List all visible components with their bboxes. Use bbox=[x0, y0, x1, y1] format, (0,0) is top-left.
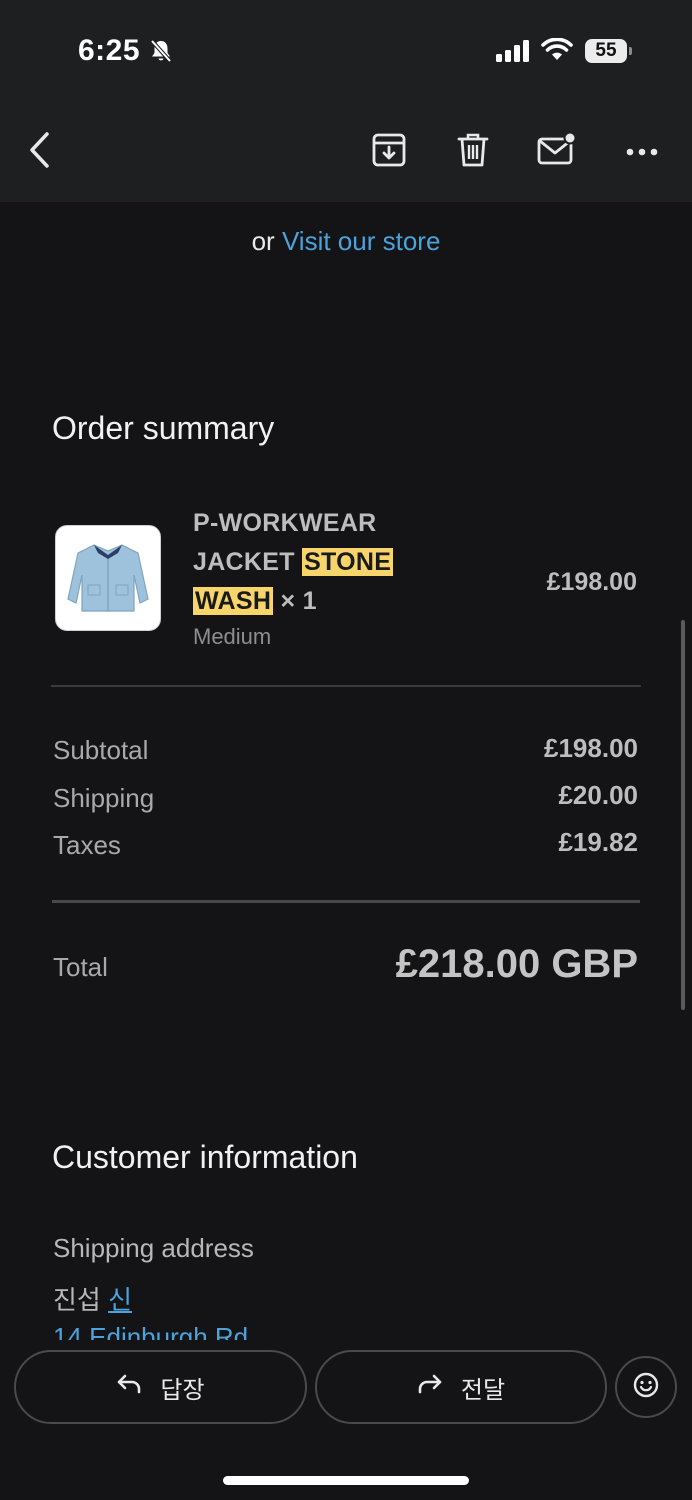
visit-prefix: or bbox=[251, 226, 275, 256]
reply-icon bbox=[116, 1373, 142, 1402]
product-quantity: × 1 bbox=[280, 587, 317, 615]
mail-unread-icon bbox=[537, 131, 577, 172]
shipping-label: Shipping bbox=[53, 783, 155, 813]
product-thumbnail bbox=[55, 525, 161, 631]
address-line-link[interactable]: 14 Edinburgh Rd bbox=[53, 1322, 248, 1340]
customer-info-heading: Customer information bbox=[52, 1139, 358, 1175]
cellular-signal-icon bbox=[496, 40, 532, 67]
home-indicator[interactable] bbox=[223, 1476, 469, 1485]
jacket-image bbox=[67, 544, 149, 612]
divider bbox=[51, 685, 641, 687]
status-bar: 6:25 55 bbox=[0, 0, 692, 100]
visit-store-link[interactable]: Visit our store bbox=[282, 226, 440, 256]
mark-unread-button[interactable] bbox=[535, 130, 579, 174]
back-button[interactable] bbox=[18, 130, 62, 174]
emoji-reaction-button[interactable] bbox=[615, 1356, 677, 1418]
bottom-action-bar: 답장 전달 bbox=[0, 1340, 692, 1500]
status-time: 6:25 bbox=[78, 34, 141, 67]
divider bbox=[52, 900, 640, 903]
subtotal-label: Subtotal bbox=[53, 735, 149, 765]
chevron-left-icon bbox=[27, 131, 53, 174]
shipping-value: £20.00 bbox=[558, 780, 638, 810]
product-name: P-WORKWEAR JACKET STONE WASH × 1 bbox=[193, 504, 453, 621]
bell-muted-icon bbox=[148, 38, 174, 69]
scrollbar[interactable] bbox=[681, 620, 685, 1010]
battery-indicator: 55 bbox=[585, 39, 632, 63]
reply-label: 답장 bbox=[160, 1376, 205, 1404]
search-highlight: WASH bbox=[193, 587, 274, 615]
more-horizontal-icon bbox=[626, 143, 658, 161]
forward-label: 전달 bbox=[460, 1376, 506, 1404]
customer-last-name-link[interactable]: 신 bbox=[108, 1285, 132, 1315]
search-highlight: STONE bbox=[302, 548, 394, 576]
email-body: or Visit our store Order summary P-WORKW… bbox=[0, 202, 692, 1340]
order-summary-heading: Order summary bbox=[52, 410, 275, 446]
forward-icon bbox=[417, 1373, 443, 1402]
shipping-address-label: Shipping address bbox=[53, 1233, 254, 1263]
email-toolbar bbox=[0, 100, 692, 202]
customer-name: 진섭 신 bbox=[53, 1280, 132, 1317]
total-label: Total bbox=[53, 952, 108, 982]
forward-button[interactable]: 전달 bbox=[315, 1350, 607, 1424]
wifi-icon bbox=[541, 37, 573, 67]
archive-icon bbox=[372, 133, 406, 172]
delete-button[interactable] bbox=[451, 130, 495, 174]
total-value: £218.00 GBP bbox=[395, 942, 638, 986]
product-variant: Medium bbox=[193, 624, 272, 649]
customer-first-name: 진섭 bbox=[53, 1285, 101, 1315]
more-button[interactable] bbox=[620, 130, 664, 174]
subtotal-value: £198.00 bbox=[544, 733, 638, 763]
visit-store-line: or Visit our store bbox=[0, 226, 692, 257]
taxes-value: £19.82 bbox=[558, 827, 638, 857]
taxes-label: Taxes bbox=[53, 830, 121, 860]
reply-button[interactable]: 답장 bbox=[14, 1350, 307, 1424]
trash-icon bbox=[457, 132, 489, 173]
archive-button[interactable] bbox=[367, 130, 411, 174]
smiley-icon bbox=[633, 1372, 659, 1403]
product-price: £198.00 bbox=[546, 568, 637, 596]
